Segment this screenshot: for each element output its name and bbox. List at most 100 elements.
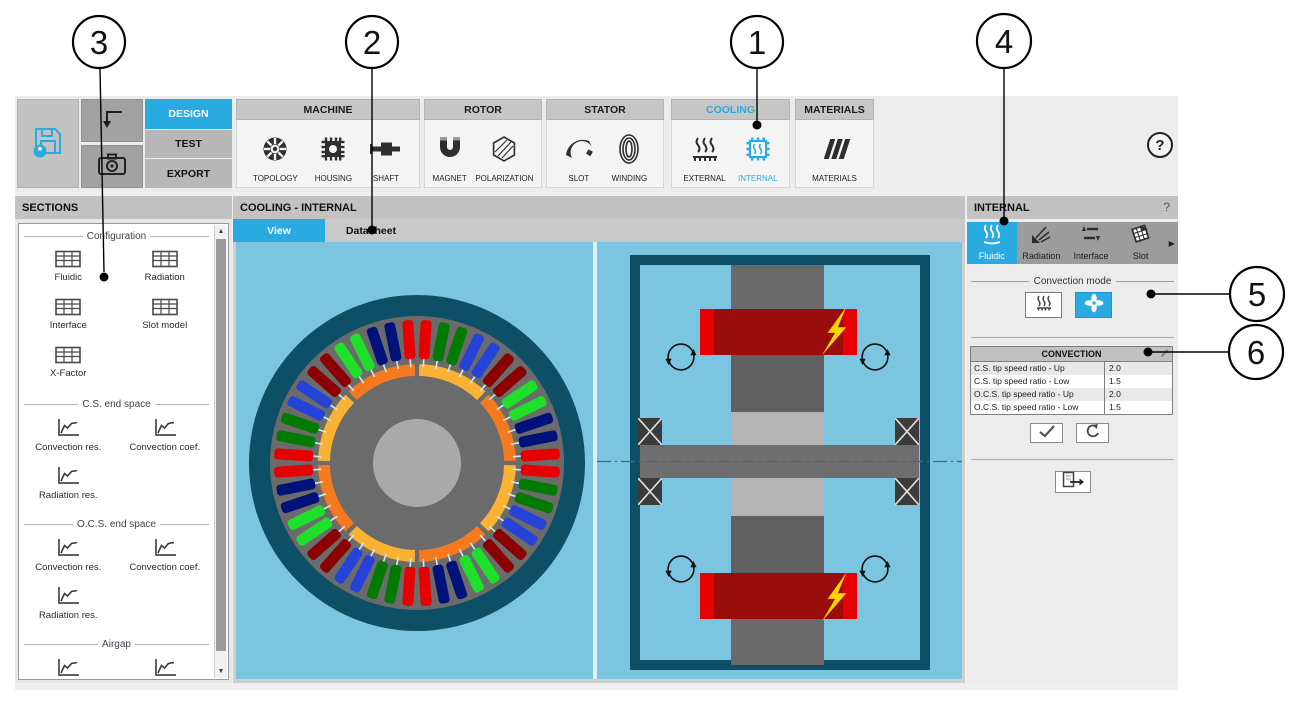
help-button[interactable]: ? bbox=[1147, 132, 1173, 158]
save-button[interactable]: * bbox=[17, 99, 79, 188]
table-icon bbox=[55, 250, 81, 268]
chart-icon bbox=[55, 466, 81, 486]
scroll-down-icon[interactable]: ▼ bbox=[215, 665, 227, 678]
natural-convection-button[interactable] bbox=[1025, 292, 1062, 318]
svg-text:5: 5 bbox=[1248, 276, 1266, 313]
ribbon-group-title: MACHINE bbox=[236, 99, 420, 120]
ribbon-group-stator: STATOR SLOT WINDING bbox=[546, 99, 664, 188]
tab-view[interactable]: View bbox=[233, 219, 325, 242]
winding-label: WINDING bbox=[611, 174, 648, 183]
cooling-internal-button[interactable]: INTERNAL bbox=[737, 120, 779, 187]
ribbon-group-cooling: COOLING EXTERNAL INTERNAL bbox=[671, 99, 790, 188]
slot-button[interactable]: SLOT bbox=[562, 120, 596, 187]
scrollbar-thumb[interactable] bbox=[216, 239, 226, 651]
ribbon-group-title: STATOR bbox=[546, 99, 664, 120]
tab-interface[interactable]: Interface bbox=[1066, 222, 1116, 264]
section-group-cs-end-space: C.S. end space bbox=[24, 396, 209, 412]
cooling-external-label: EXTERNAL bbox=[683, 174, 726, 183]
section-item-cs-convection-res[interactable]: Convection res. bbox=[20, 412, 117, 460]
fluidic-icon bbox=[980, 223, 1004, 250]
section-item-cs-convection-coef[interactable]: Convection coef. bbox=[117, 412, 214, 460]
section-item-airgap-2[interactable] bbox=[117, 652, 214, 680]
reset-button[interactable] bbox=[1076, 423, 1109, 443]
forced-convection-button[interactable] bbox=[1075, 292, 1112, 318]
section-item-airgap-1[interactable] bbox=[20, 652, 117, 680]
apply-button[interactable] bbox=[1030, 423, 1063, 443]
save-icon: * bbox=[31, 124, 65, 163]
interface-icon bbox=[1079, 223, 1103, 250]
section-item-cs-radiation-res[interactable]: Radiation res. bbox=[20, 460, 117, 508]
convection-table: CONVECTION C.S. tip speed ratio - Up 2.0… bbox=[970, 346, 1173, 415]
tab-datasheet[interactable]: Datasheet bbox=[325, 219, 417, 242]
housing-button[interactable]: HOUSING bbox=[314, 120, 353, 187]
table-row: C.S. tip speed ratio - Up 2.0 bbox=[971, 349, 1172, 375]
sections-scrollbar[interactable]: ▲ ▼ bbox=[214, 225, 227, 678]
svg-text:1: 1 bbox=[748, 24, 766, 61]
svg-text:2: 2 bbox=[363, 24, 381, 61]
section-item-ocs-convection-res[interactable]: Convection res. bbox=[20, 532, 117, 580]
sections-panel-title: SECTIONS bbox=[15, 196, 232, 219]
polarization-icon bbox=[489, 123, 519, 174]
camera-icon bbox=[97, 152, 127, 182]
panel-help-icon[interactable]: ? bbox=[1163, 200, 1170, 214]
topology-button[interactable]: TOPOLOGY bbox=[252, 120, 299, 187]
tab-fluidic[interactable]: Fluidic bbox=[967, 222, 1017, 264]
main-tabbar: View Datasheet bbox=[233, 219, 965, 242]
more-tabs-arrow-icon[interactable]: ▶ bbox=[1165, 222, 1178, 264]
value-cell[interactable]: 1.5 bbox=[1104, 375, 1172, 388]
ribbon-group-title: COOLING bbox=[671, 99, 790, 120]
bearing-icon bbox=[638, 418, 662, 445]
table-row: O.C.S. tip speed ratio - Low 1.5 bbox=[971, 349, 1172, 414]
svg-text:*: * bbox=[38, 144, 43, 158]
section-item-slot-model[interactable]: Slot model bbox=[117, 292, 214, 340]
chart-icon bbox=[55, 538, 81, 558]
right-panel-title: INTERNAL ? bbox=[967, 196, 1178, 219]
external-cooling-icon bbox=[689, 123, 721, 174]
edit-value-icon bbox=[1160, 348, 1170, 360]
divider bbox=[971, 337, 1174, 338]
ribbon-group-rotor: ROTOR MAGNET POLARIZATION bbox=[424, 99, 542, 188]
section-item-radiation[interactable]: Radiation bbox=[117, 244, 214, 292]
chart-icon bbox=[55, 586, 81, 606]
section-item-x-factor[interactable]: X-Factor bbox=[20, 340, 117, 388]
slot-label: SLOT bbox=[568, 174, 590, 183]
slot-icon bbox=[563, 123, 595, 174]
ribbon-group-title: ROTOR bbox=[424, 99, 542, 120]
radial-view-pane bbox=[236, 242, 593, 679]
value-cell[interactable]: 2.0 bbox=[1104, 388, 1172, 401]
materials-button[interactable]: MATERIALS bbox=[811, 120, 858, 187]
section-item-ocs-radiation-res[interactable]: Radiation res. bbox=[20, 580, 117, 628]
tab-slot[interactable]: Slot bbox=[1116, 222, 1166, 264]
internal-cooling-icon bbox=[743, 123, 773, 174]
help-label: ? bbox=[1155, 136, 1165, 154]
section-item-fluidic[interactable]: Fluidic bbox=[20, 244, 117, 292]
polarization-label: POLARIZATION bbox=[475, 174, 534, 183]
tab-design[interactable]: DESIGN bbox=[145, 99, 232, 129]
section-item-interface[interactable]: Interface bbox=[20, 292, 117, 340]
tab-radiation[interactable]: Radiation bbox=[1017, 222, 1067, 264]
return-arrow-button[interactable] bbox=[81, 99, 143, 142]
magnet-button[interactable]: MAGNET bbox=[432, 120, 468, 187]
value-cell[interactable]: 2.0 bbox=[1104, 362, 1172, 375]
topology-icon bbox=[260, 123, 290, 174]
export-button[interactable] bbox=[1055, 471, 1091, 493]
scroll-up-icon[interactable]: ▲ bbox=[215, 225, 227, 238]
ribbon-group-title: MATERIALS bbox=[795, 99, 874, 120]
polarization-button[interactable]: POLARIZATION bbox=[474, 120, 534, 187]
table-row: C.S. tip speed ratio - Low 1.5 bbox=[971, 349, 1172, 388]
winding-icon bbox=[614, 123, 644, 174]
tab-export[interactable]: EXPORT bbox=[145, 159, 232, 188]
section-item-ocs-convection-coef[interactable]: Convection coef. bbox=[117, 532, 214, 580]
screenshot-button[interactable] bbox=[81, 145, 143, 188]
chart-icon bbox=[152, 538, 178, 558]
winding-button[interactable]: WINDING bbox=[611, 120, 649, 187]
shaft-button[interactable]: SHAFT bbox=[368, 120, 404, 187]
chart-icon bbox=[55, 418, 81, 438]
housing-label: HOUSING bbox=[314, 174, 353, 183]
section-group-airgap: Airgap bbox=[24, 636, 209, 652]
chart-icon bbox=[152, 418, 178, 438]
cooling-external-button[interactable]: EXTERNAL bbox=[682, 120, 726, 187]
tab-test[interactable]: TEST bbox=[145, 130, 232, 158]
return-arrow-icon bbox=[97, 105, 127, 136]
value-cell[interactable]: 1.5 bbox=[1104, 401, 1172, 414]
